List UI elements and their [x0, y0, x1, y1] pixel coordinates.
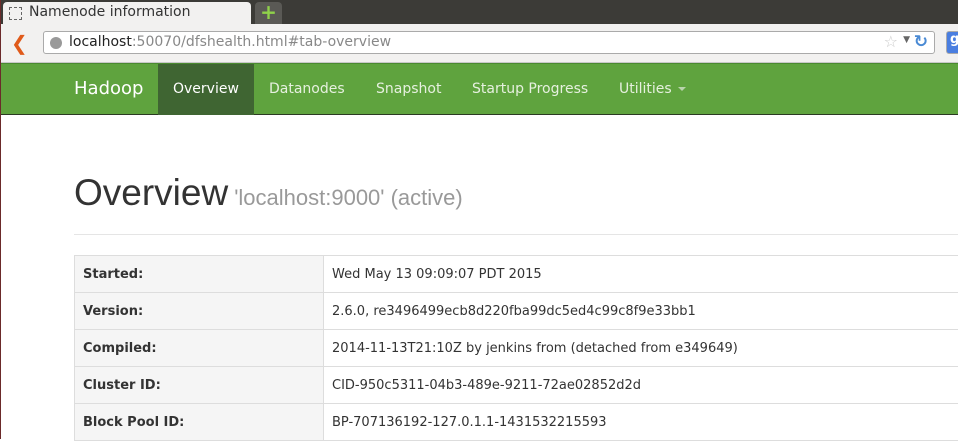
nav-datanodes[interactable]: Datanodes [254, 64, 360, 115]
table-row: Started:Wed May 13 09:09:07 PDT 2015 [75, 256, 958, 293]
row-value: CID-950c5311-04b3-489e-9211-72ae02852d2d [324, 367, 958, 404]
favicon-icon [9, 7, 22, 20]
row-key: Version: [75, 293, 324, 330]
brand[interactable]: Hadoop [74, 78, 143, 99]
back-icon[interactable]: ❮ [11, 31, 28, 55]
row-value: Wed May 13 09:09:07 PDT 2015 [324, 256, 958, 293]
nav-startup-progress[interactable]: Startup Progress [457, 64, 603, 115]
nav-overview[interactable]: Overview [158, 64, 254, 115]
table-row: Block Pool ID:BP-707136192-127.0.1.1-143… [75, 404, 958, 441]
url-host: localhost [69, 34, 132, 50]
bookmark-star-icon[interactable]: ☆ [884, 32, 898, 51]
page-subtitle: 'localhost:9000' (active) [234, 185, 463, 210]
reload-icon[interactable]: ↻ [914, 32, 928, 52]
row-key: Compiled: [75, 330, 324, 367]
nav-utilities[interactable]: Utilities [604, 64, 701, 115]
url-path: :50070/dfshealth.html#tab-overview [132, 34, 391, 50]
browser-tab[interactable]: Namenode information [3, 2, 251, 24]
row-value: 2014-11-13T21:10Z by jenkins from (detac… [324, 330, 958, 367]
table-row: Compiled:2014-11-13T21:10Z by jenkins fr… [75, 330, 958, 367]
divider [74, 234, 958, 235]
row-key: Cluster ID: [75, 367, 324, 404]
table-row: Cluster ID:CID-950c5311-04b3-489e-9211-7… [75, 367, 958, 404]
new-tab-button[interactable]: + [255, 2, 282, 24]
row-value: BP-707136192-127.0.1.1-1431532215593 [324, 404, 958, 441]
row-value: 2.6.0, re3496499ecb8d220fba99dc5ed4c99c8… [324, 293, 958, 330]
dropdown-icon[interactable]: ▼ [903, 35, 910, 45]
nav-snapshot[interactable]: Snapshot [361, 64, 456, 115]
overview-table: Started:Wed May 13 09:09:07 PDT 2015 Ver… [74, 255, 958, 441]
browser-tab-bar: Namenode information + [1, 0, 958, 24]
page-title: Overview'localhost:9000' (active) [74, 172, 463, 214]
google-search-icon[interactable]: g [946, 31, 958, 54]
nav-utilities-label: Utilities [619, 81, 672, 97]
caret-down-icon [678, 87, 686, 91]
page-title-text: Overview [74, 172, 228, 213]
row-key: Started: [75, 256, 324, 293]
table-row: Version:2.6.0, re3496499ecb8d220fba99dc5… [75, 293, 958, 330]
row-key: Block Pool ID: [75, 404, 324, 441]
tab-title: Namenode information [29, 4, 191, 20]
address-bar[interactable]: localhost:50070/dfshealth.html#tab-overv… [43, 31, 935, 54]
globe-icon [50, 37, 62, 49]
browser-toolbar: ❮ localhost:50070/dfshealth.html#tab-ove… [1, 24, 958, 63]
navbar: Hadoop Overview Datanodes Snapshot Start… [1, 63, 958, 115]
